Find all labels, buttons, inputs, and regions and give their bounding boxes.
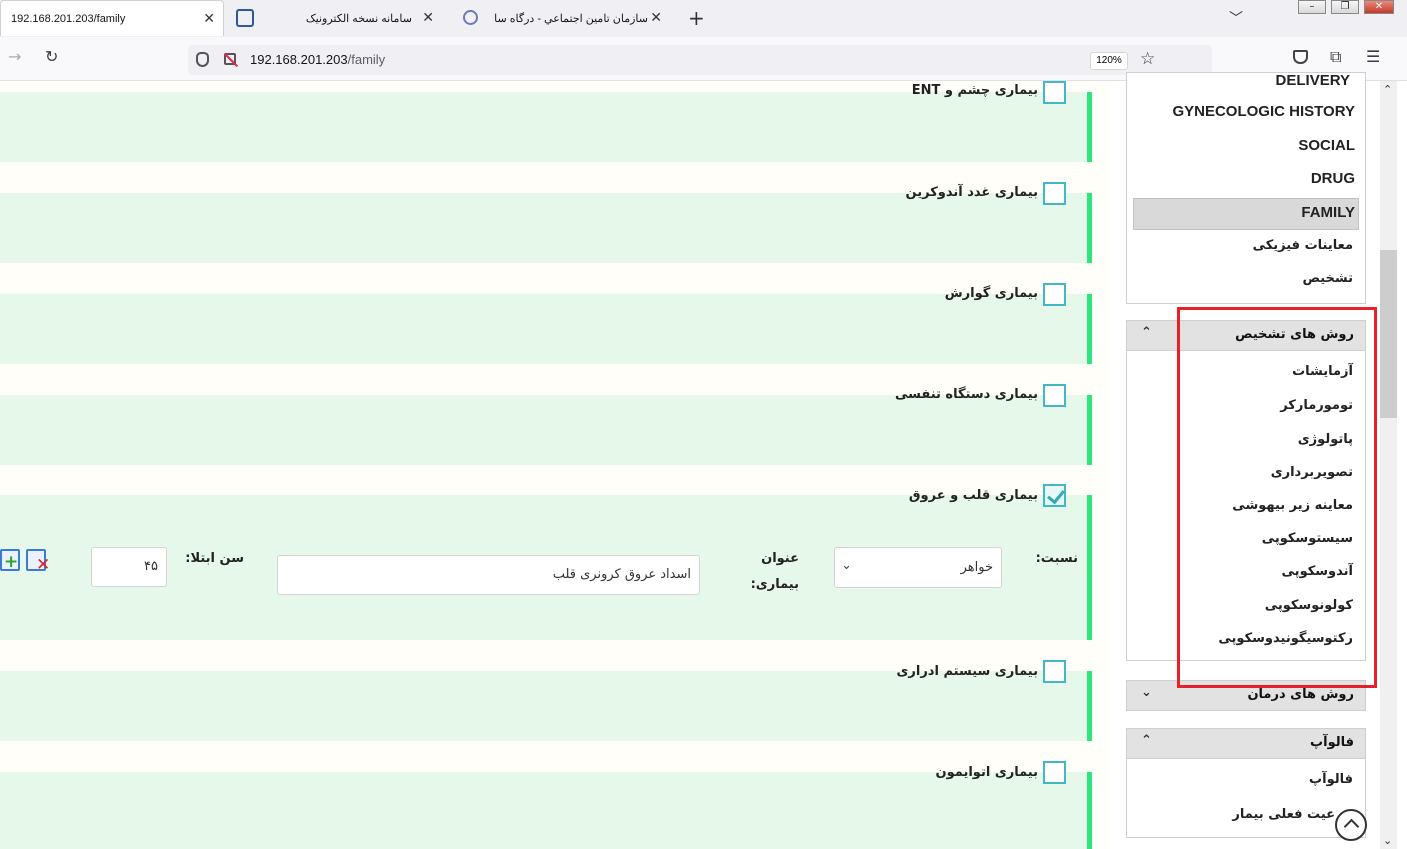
checkbox-eye-ent[interactable] bbox=[1043, 81, 1066, 104]
expand-chevrons-down-icon[interactable]: ⌄ bbox=[1141, 685, 1152, 700]
relation-select[interactable]: خواهر ⌄ bbox=[834, 547, 1002, 588]
add-plus-icon: + bbox=[4, 552, 19, 572]
disease-title-label-line1: عنوان bbox=[761, 551, 799, 566]
address-bar[interactable]: 192.168.201.203/family 120% ☆ bbox=[188, 45, 1212, 75]
tab-list-chevron-icon[interactable]: ﹀ bbox=[1229, 8, 1243, 28]
disease-label: بیماری قلب و عروق bbox=[908, 488, 1038, 503]
new-tab-button[interactable]: + bbox=[688, 6, 705, 30]
extensions-icon[interactable]: ⧉ bbox=[1330, 47, 1341, 67]
url-text[interactable]: 192.168.201.203/family bbox=[250, 52, 385, 67]
bookmark-star-icon[interactable]: ☆ bbox=[1140, 49, 1155, 69]
shield-icon[interactable] bbox=[196, 52, 209, 67]
scroll-down-arrow-icon[interactable]: ⌄ bbox=[1383, 834, 1392, 847]
menu-icon[interactable]: ☰ bbox=[1366, 47, 1380, 66]
tab-title: 192.168.201.203/family bbox=[11, 12, 126, 25]
age-value: ۴۵ bbox=[144, 559, 158, 574]
tab-title: سامانه نسخه الکترونیک bbox=[305, 12, 412, 25]
disease-title-label-line2: بیماری: bbox=[750, 577, 799, 592]
relation-value: خواهر bbox=[960, 560, 993, 575]
scroll-to-top-button[interactable] bbox=[1335, 809, 1367, 841]
disease-row-band bbox=[0, 193, 1088, 263]
menu-item-patient-status[interactable]: عیت فعلی بیمار bbox=[1232, 807, 1335, 822]
tab-title: سازمان تامين اجتماعي - درگاه سا bbox=[494, 12, 648, 25]
followup-header[interactable]: فالوآپ ⌃ bbox=[1126, 728, 1366, 759]
tab-tamin[interactable]: سازمان تامين اجتماعي - درگاه سا ✕ bbox=[480, 0, 670, 36]
disease-label: بیماری غدد آندوکرین bbox=[905, 185, 1038, 200]
disease-row-band bbox=[0, 294, 1088, 364]
collapse-chevrons-up-icon[interactable]: ⌃ bbox=[1141, 325, 1152, 340]
checkbox-urinary[interactable] bbox=[1043, 660, 1066, 683]
scrollbar-thumb[interactable] bbox=[1380, 250, 1397, 418]
disease-row-band bbox=[0, 92, 1088, 162]
checkbox-autoimmune[interactable] bbox=[1043, 761, 1066, 784]
checkbox-respiratory[interactable] bbox=[1043, 384, 1066, 407]
zoom-level-button[interactable]: 120% bbox=[1090, 52, 1128, 70]
disease-label: بیماری دستگاه تنفسی bbox=[894, 387, 1038, 402]
disease-label: بیماری سیستم ادراری bbox=[896, 664, 1038, 679]
url-host: 192.168.201.203 bbox=[250, 52, 348, 67]
app-icon bbox=[236, 9, 254, 27]
row-accent bbox=[1087, 193, 1092, 263]
chevron-up-icon bbox=[1343, 818, 1360, 835]
checkbox-endocrine[interactable] bbox=[1043, 182, 1066, 205]
disease-row-band bbox=[0, 772, 1088, 849]
checkbox-cardiovascular[interactable] bbox=[1043, 484, 1066, 507]
menu-item-social[interactable]: SOCIAL bbox=[1298, 137, 1355, 154]
menu-item-physical-exam[interactable]: معاینات فیزیکی bbox=[1253, 238, 1353, 253]
menu-item-gynecologic-history[interactable]: GYNECOLOGIC HISTORY bbox=[1172, 103, 1355, 120]
reload-icon[interactable]: ↻ bbox=[45, 47, 58, 66]
menu-item-family[interactable]: FAMILY bbox=[1301, 204, 1355, 221]
menu-item-drug[interactable]: DRUG bbox=[1311, 170, 1355, 187]
relation-label: نسبت: bbox=[1035, 551, 1078, 566]
page-scrollbar[interactable] bbox=[1380, 81, 1397, 849]
row-accent bbox=[1087, 495, 1092, 640]
disease-label: بیماری اتوایمون bbox=[935, 765, 1039, 780]
disease-label: بیماری گوارش bbox=[944, 286, 1038, 301]
disease-row-band bbox=[0, 395, 1088, 465]
row-accent bbox=[1087, 294, 1092, 364]
family-history-panel: بیماری چشم و ENT بیماری غدد آندوکرین بیم… bbox=[0, 81, 1110, 849]
tab-prescription[interactable]: سامانه نسخه الکترونیک ✕ bbox=[262, 0, 442, 36]
disease-title-value: اسداد عروق کرونری قلب bbox=[552, 567, 691, 582]
followup-list bbox=[1126, 759, 1366, 838]
restore-button[interactable]: ❐ bbox=[1331, 0, 1359, 14]
chevron-down-icon: ⌄ bbox=[841, 558, 852, 573]
row-accent bbox=[1087, 92, 1092, 162]
row-accent bbox=[1087, 671, 1092, 741]
tab-strip: 192.168.201.203/family ✕ سامانه نسخه الک… bbox=[0, 0, 1407, 37]
url-path: /family bbox=[347, 52, 386, 67]
section-title: فالوآپ bbox=[1310, 735, 1354, 750]
menu-item-delivery[interactable]: DELIVERY bbox=[1276, 72, 1350, 89]
menu-item-diagnosis[interactable]: تشخیص bbox=[1302, 271, 1353, 286]
forward-icon[interactable]: → bbox=[8, 47, 21, 66]
age-of-onset-label: سن ابتلا: bbox=[185, 551, 244, 566]
highlight-annotation-box bbox=[1177, 307, 1377, 688]
close-window-button[interactable]: ✕ bbox=[1364, 0, 1394, 14]
checkbox-digestive[interactable] bbox=[1043, 283, 1066, 306]
row-accent bbox=[1087, 395, 1092, 465]
collapse-chevrons-up-icon[interactable]: ⌃ bbox=[1141, 733, 1152, 748]
age-of-onset-input[interactable]: ۴۵ bbox=[91, 547, 167, 587]
menu-item-followup[interactable]: فالوآپ bbox=[1309, 772, 1353, 787]
disease-label: بیماری چشم و ENT bbox=[911, 83, 1038, 98]
scroll-up-arrow-icon[interactable]: ⌃ bbox=[1383, 83, 1392, 96]
pocket-icon[interactable] bbox=[1293, 50, 1308, 64]
tamin-logo-icon bbox=[463, 10, 478, 25]
disease-title-input[interactable]: اسداد عروق کرونری قلب bbox=[277, 555, 700, 595]
tab-family[interactable]: 192.168.201.203/family ✕ bbox=[0, 0, 224, 36]
minimize-button[interactable]: – bbox=[1298, 0, 1326, 14]
close-tab-icon[interactable]: ✕ bbox=[422, 9, 434, 26]
row-accent bbox=[1087, 772, 1092, 849]
close-tab-icon[interactable]: ✕ bbox=[650, 9, 662, 26]
section-title: روش های درمان bbox=[1247, 687, 1354, 702]
close-tab-icon[interactable]: ✕ bbox=[203, 10, 215, 27]
disease-row-band bbox=[0, 671, 1088, 741]
delete-x-icon: ✕ bbox=[36, 555, 51, 575]
